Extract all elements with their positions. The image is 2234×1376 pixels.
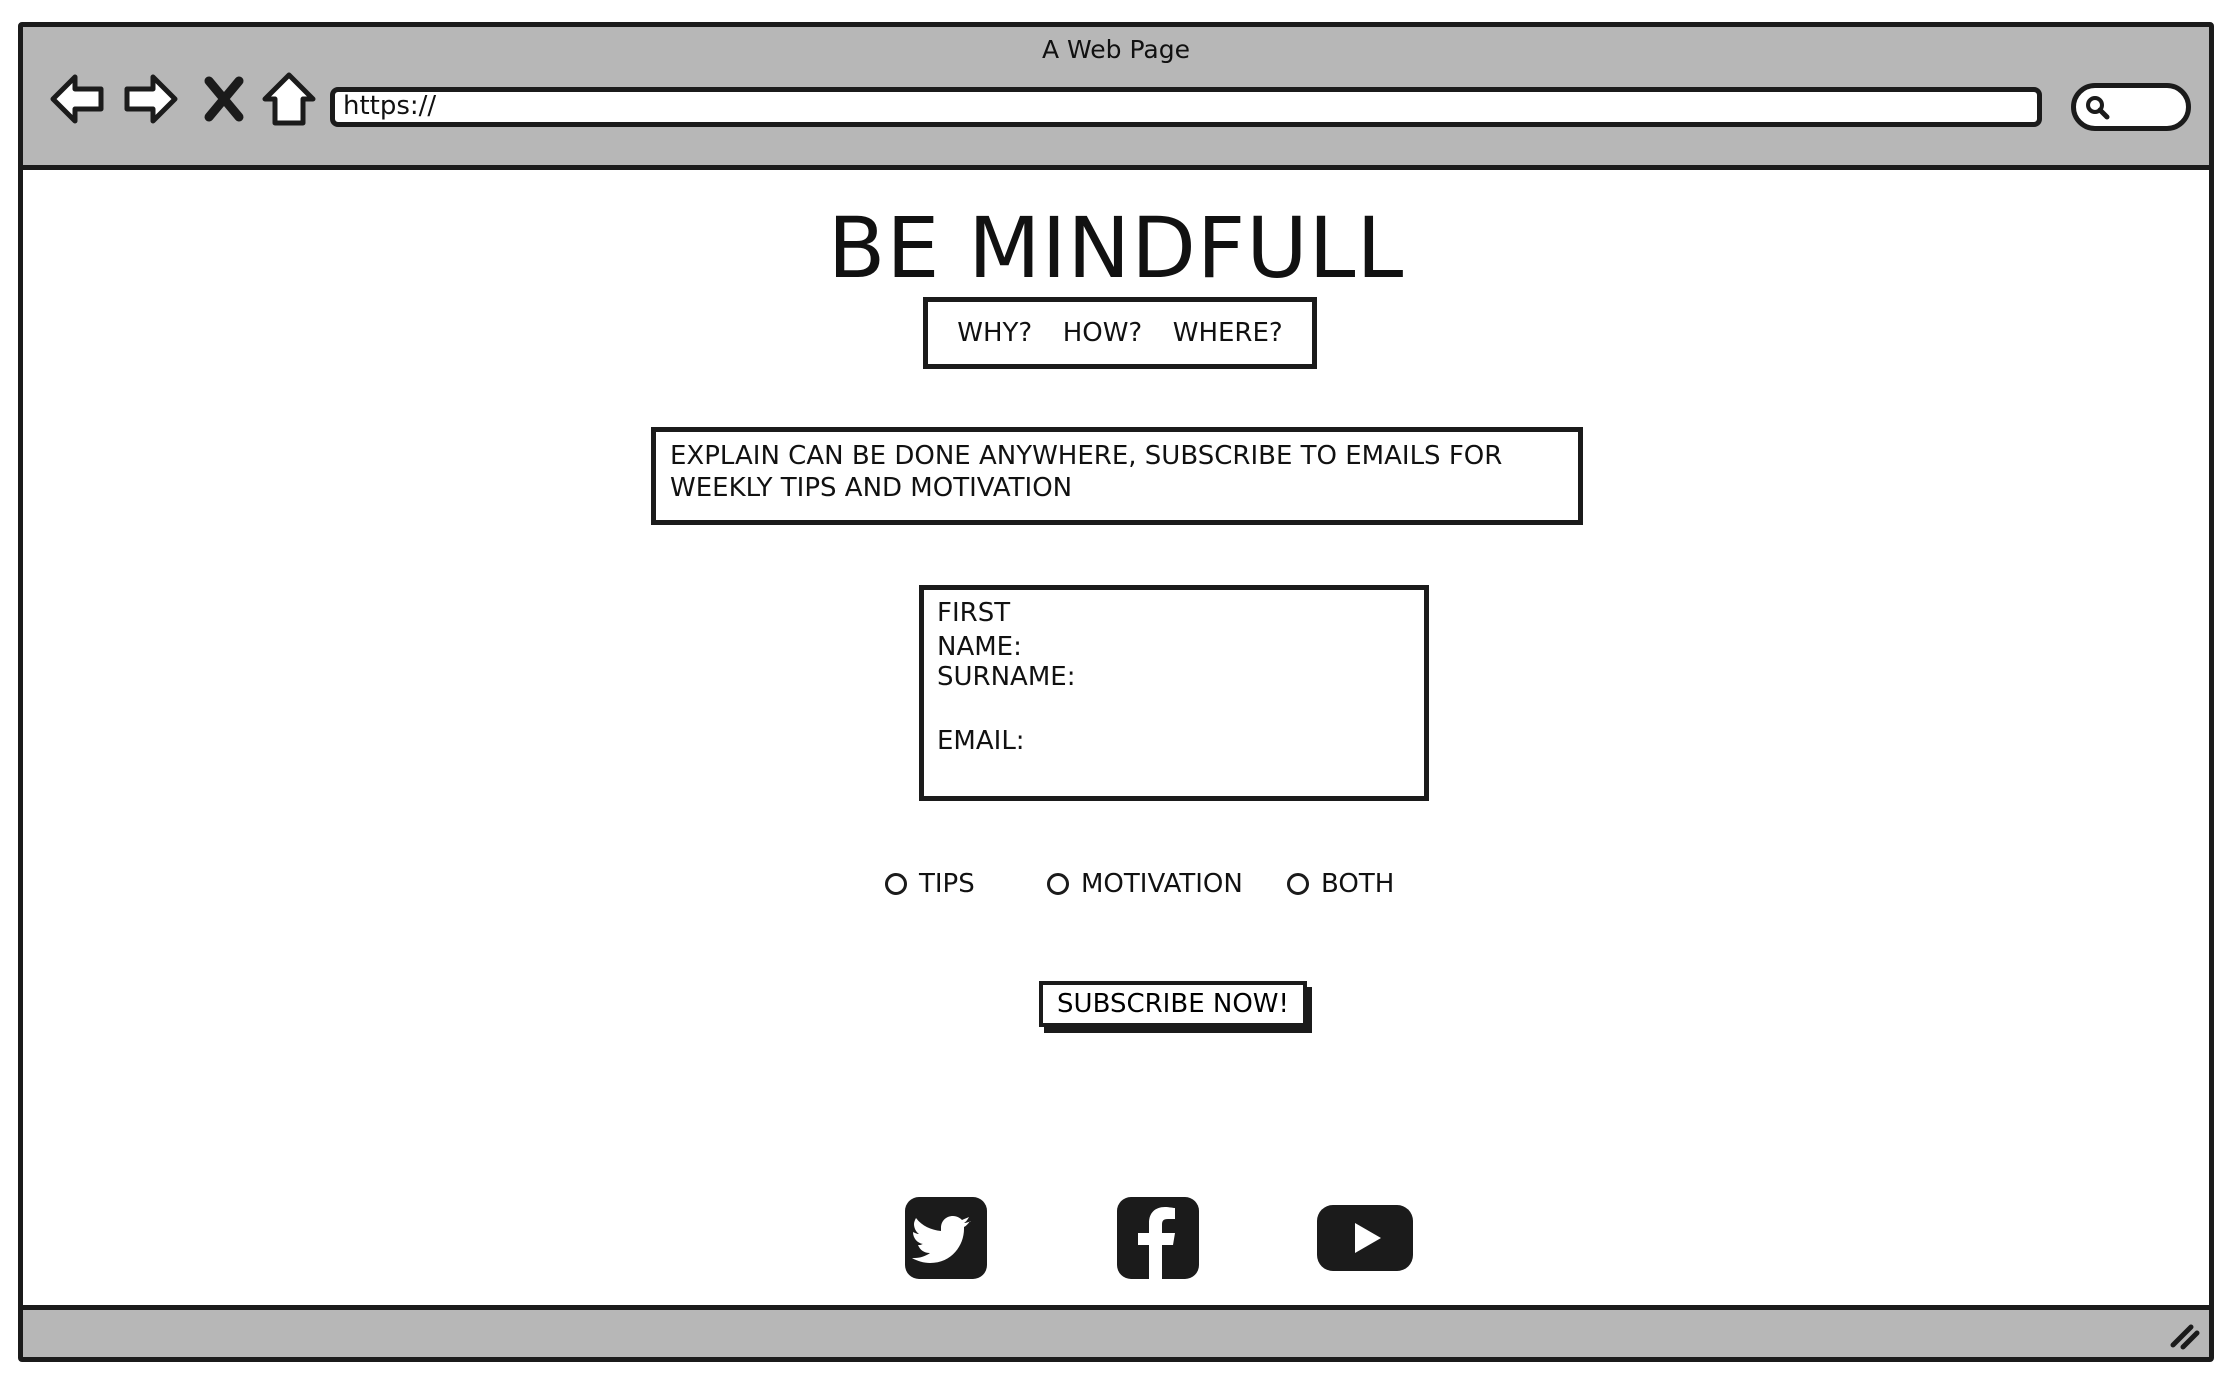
surname-row: SURNAME:	[937, 660, 1411, 724]
browser-toolbar: A Web Page https://	[23, 27, 2209, 170]
resize-grip-icon[interactable]	[2165, 1315, 2201, 1351]
browser-search-field[interactable]	[2071, 83, 2191, 131]
radio-motivation-label: MOTIVATION	[1081, 869, 1243, 899]
address-bar[interactable]: https://	[330, 87, 2042, 127]
radio-both-label: BOTH	[1321, 869, 1395, 899]
window-title: A Web Page	[1041, 35, 1191, 64]
nav-link-where[interactable]: WHERE?	[1173, 318, 1283, 348]
forward-arrow-icon[interactable]	[121, 69, 181, 129]
nav-link-why[interactable]: WHY?	[957, 318, 1032, 348]
browser-status-bar	[23, 1305, 2209, 1357]
radio-circle-icon[interactable]	[1047, 873, 1069, 895]
back-arrow-icon[interactable]	[47, 69, 107, 129]
twitter-icon[interactable]	[903, 1195, 989, 1281]
radio-circle-icon[interactable]	[885, 873, 907, 895]
explain-text: EXPLAIN CAN BE DONE ANYWHERE, SUBSCRIBE …	[651, 427, 1583, 525]
subscription-options: TIPS MOTIVATION BOTH	[23, 869, 2209, 909]
first-name-row: FIRST NAME:	[937, 596, 1411, 662]
youtube-icon[interactable]	[1315, 1195, 1415, 1281]
first-name-label: FIRST NAME:	[937, 598, 1022, 662]
facebook-icon[interactable]	[1115, 1195, 1201, 1281]
subscribe-form: FIRST NAME: SURNAME: EMAIL:	[919, 585, 1429, 801]
search-icon	[2084, 94, 2110, 120]
stop-icon[interactable]	[201, 69, 247, 129]
nav-link-how[interactable]: HOW?	[1063, 318, 1143, 348]
subscribe-button[interactable]: SUBSCRIBE NOW!	[1039, 981, 1307, 1027]
radio-motivation[interactable]: MOTIVATION	[1047, 869, 1243, 899]
radio-both[interactable]: BOTH	[1287, 869, 1394, 899]
email-field[interactable]	[1034, 724, 1411, 754]
main-nav: WHY? HOW? WHERE?	[923, 297, 1317, 369]
first-name-field[interactable]	[1107, 596, 1411, 626]
surname-field[interactable]	[1085, 660, 1411, 690]
email-row: EMAIL:	[937, 724, 1411, 788]
home-icon[interactable]	[259, 69, 319, 129]
radio-tips[interactable]: TIPS	[885, 869, 975, 899]
surname-label: SURNAME:	[937, 662, 1076, 692]
page-title: BE MINDFULL	[827, 199, 1405, 297]
radio-circle-icon[interactable]	[1287, 873, 1309, 895]
browser-window: A Web Page https:// BE MINDFULL WHY? HOW…	[18, 22, 2214, 1362]
email-label: EMAIL:	[937, 726, 1025, 756]
radio-tips-label: TIPS	[919, 869, 975, 899]
